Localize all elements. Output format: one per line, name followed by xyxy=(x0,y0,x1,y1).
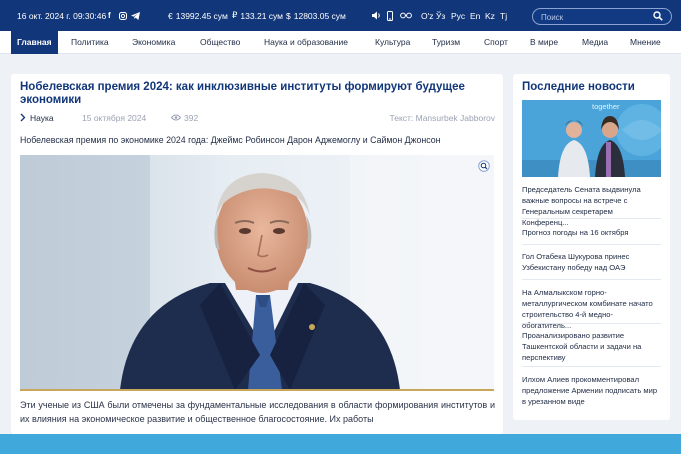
lang-tj[interactable]: Tj xyxy=(500,0,507,31)
main-nav: Главная Политика Экономика Общество Наук… xyxy=(0,31,681,54)
euro-symbol: € xyxy=(168,10,173,21)
news-item[interactable]: Илхом Алиев прокомментировал предложение… xyxy=(522,374,661,407)
glasses-icon[interactable] xyxy=(400,0,412,31)
nav-item-science-education[interactable]: Наука и образование xyxy=(264,31,348,54)
article-lead: Нобелевская премия по экономике 2024 год… xyxy=(20,135,441,145)
search-box xyxy=(532,8,672,25)
nav-item-home[interactable]: Главная xyxy=(11,31,58,54)
nav-item-opinion[interactable]: Мнение xyxy=(630,31,661,54)
chevron-right-icon xyxy=(20,113,26,122)
lang-uz-latin[interactable]: O'z xyxy=(421,0,433,31)
photo-divider xyxy=(20,389,494,391)
mobile-icon[interactable] xyxy=(387,0,393,31)
news-divider xyxy=(522,366,661,367)
article-date: 15 октября 2024 xyxy=(82,113,147,123)
article-category[interactable]: Наука xyxy=(20,113,54,123)
news-item[interactable]: На Алмалыкском горно-металлургическом ко… xyxy=(522,287,661,331)
news-item[interactable]: Прогноз погоды на 16 октября xyxy=(522,227,661,238)
article-author: Текст: Mansurbek Jabborov xyxy=(389,113,496,123)
news-item[interactable]: Проанализировано развитие Ташкентской об… xyxy=(522,330,661,363)
article-views-count: 392 xyxy=(184,113,199,123)
telegram-icon[interactable] xyxy=(131,0,140,31)
ruble-rate: ₽ 133.21 сум xyxy=(232,0,283,31)
bottom-banner xyxy=(0,434,681,454)
nav-item-sport[interactable]: Спорт xyxy=(484,31,508,54)
news-divider xyxy=(522,279,661,280)
lang-kz[interactable]: Kz xyxy=(485,0,495,31)
article-views: 392 xyxy=(170,113,199,123)
nav-item-tourism[interactable]: Туризм xyxy=(432,31,460,54)
facebook-icon[interactable]: f xyxy=(108,0,111,31)
speaker-icon[interactable] xyxy=(372,0,382,31)
nav-item-media[interactable]: Медиа xyxy=(582,31,608,54)
news-item[interactable]: Гол Отабека Шукурова принес Узбекистану … xyxy=(522,251,661,273)
lang-en[interactable]: En xyxy=(470,0,480,31)
nav-item-culture[interactable]: Культура xyxy=(375,31,410,54)
eye-icon xyxy=(170,114,182,121)
current-datetime: 16 окт. 2024 г. 09:30:46 xyxy=(17,10,107,21)
top-bar: 16 окт. 2024 г. 09:30:46 f € 13992.45 су… xyxy=(0,0,681,31)
zoom-icon[interactable] xyxy=(478,160,490,172)
news-divider xyxy=(522,244,661,245)
lang-uz-cyrillic[interactable]: Ўз xyxy=(436,0,445,31)
nav-item-politics[interactable]: Политика xyxy=(71,31,109,54)
euro-value: 13992.45 сум xyxy=(175,10,228,21)
news-divider xyxy=(522,218,661,219)
sidebar-title: Последние новости xyxy=(522,81,635,93)
nav-item-economy[interactable]: Экономика xyxy=(132,31,175,54)
nav-item-world[interactable]: В мире xyxy=(530,31,558,54)
news-item[interactable]: Председатель Сената выдвинула важные воп… xyxy=(522,184,661,228)
dollar-value: 12803.05 сум xyxy=(293,10,346,21)
dollar-symbol: $ xyxy=(286,10,291,21)
instagram-icon[interactable] xyxy=(119,0,127,31)
dollar-rate: $ 12803.05 сум xyxy=(286,0,346,31)
article-body: Эти ученые из США были отмечены за фунда… xyxy=(20,400,495,424)
sidebar-photo-caption: together xyxy=(592,102,620,111)
article-photo[interactable] xyxy=(20,155,494,390)
sidebar-news-photo[interactable]: together xyxy=(522,100,661,177)
search-icon[interactable] xyxy=(653,11,663,21)
lang-ru[interactable]: Рус xyxy=(451,0,465,31)
nav-item-society[interactable]: Общество xyxy=(200,31,240,54)
article-card: Нобелевская премия 2024: как инклюзивные… xyxy=(11,74,503,434)
search-input[interactable] xyxy=(541,11,651,23)
latest-news-sidebar: Последние новости together Председатель … xyxy=(513,74,670,420)
ruble-value: 133.21 сум xyxy=(240,10,284,21)
article-category-label: Наука xyxy=(30,113,54,123)
news-divider xyxy=(522,323,661,324)
article-title: Нобелевская премия 2024: как инклюзивные… xyxy=(20,81,465,106)
article-meta: Наука 15 октября 2024 392 Текст: Mansurb… xyxy=(20,113,495,125)
ruble-symbol: ₽ xyxy=(232,10,238,20)
euro-rate: € 13992.45 сум xyxy=(168,0,228,31)
